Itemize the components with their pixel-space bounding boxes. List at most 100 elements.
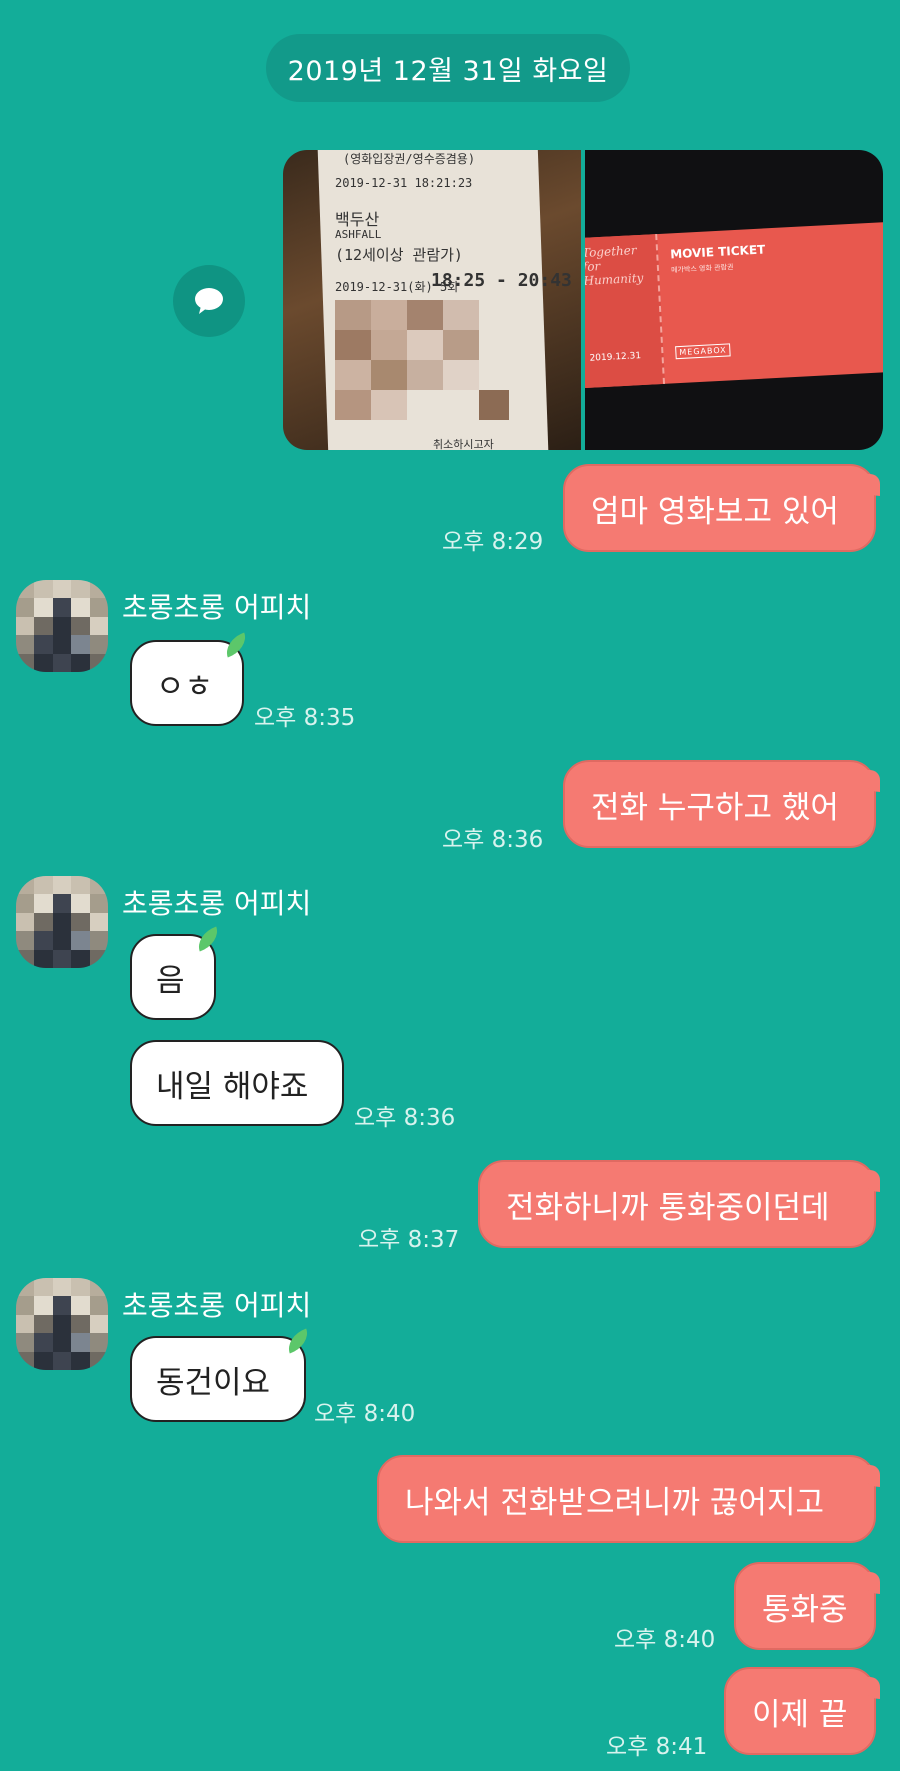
avatar-pixel xyxy=(34,635,53,654)
avatar-pixel xyxy=(52,598,72,617)
avatar-pixel xyxy=(89,1314,108,1334)
avatar-pixel xyxy=(34,1296,53,1315)
avatar-pixel xyxy=(52,876,72,895)
receipt-showtime: 18:25 - 20:43 xyxy=(431,270,572,291)
avatar-pixel xyxy=(34,949,53,968)
leaf-icon xyxy=(221,632,251,658)
avatar-pixel xyxy=(52,1296,72,1315)
my-message-bubble[interactable]: 엄마 영화보고 있어 xyxy=(563,464,880,552)
avatar-pixel xyxy=(16,653,35,672)
message-time: 오후 8:40 xyxy=(614,1627,716,1653)
receipt-title-en: ASHFALL xyxy=(335,228,382,241)
avatar-pixel xyxy=(71,1314,90,1334)
avatar-pixel xyxy=(89,616,108,636)
avatar-pixel xyxy=(71,1296,90,1315)
avatar-pixel xyxy=(16,1351,35,1370)
avatar-pixel xyxy=(16,894,35,913)
receipt-title-kr: 백두산 xyxy=(335,210,380,229)
avatar-pixel xyxy=(52,653,72,672)
avatar-pixel xyxy=(16,876,35,895)
avatar-pixel xyxy=(34,1333,53,1352)
leaf-icon xyxy=(193,926,223,952)
avatar-pixel xyxy=(16,1278,35,1297)
sender-name: 초롱초롱 어피치 xyxy=(122,887,312,920)
ticket-stub: Together for Humanity 2019.12.31 xyxy=(585,234,666,389)
message-text: 이제 끝 xyxy=(752,1696,848,1733)
my-message-bubble[interactable]: 전화하니까 통화중이던데 xyxy=(478,1160,880,1248)
ticket-heading: MOVIE TICKET xyxy=(669,242,766,262)
avatar-pixel xyxy=(16,1296,35,1315)
message-text: 나와서 전화받으려니까 끊어지고 xyxy=(405,1484,824,1521)
avatar-pixel xyxy=(71,635,90,654)
my-message-bubble[interactable]: 나와서 전화받으려니까 끊어지고 xyxy=(377,1455,880,1543)
message-time: 오후 8:36 xyxy=(354,1105,456,1131)
message-text: 전화하니까 통화중이던데 xyxy=(506,1189,830,1226)
avatar-pixel xyxy=(16,1314,35,1334)
message-time: 오후 8:40 xyxy=(314,1401,416,1427)
avatar-pixel xyxy=(89,598,108,617)
avatar-pixel xyxy=(89,912,108,932)
message-time: 오후 8:41 xyxy=(606,1734,708,1760)
avatar-pixel xyxy=(89,653,108,672)
avatar-pixel xyxy=(52,616,72,636)
avatar-pixel xyxy=(89,580,108,599)
message-text: 엄마 영화보고 있어 xyxy=(591,493,839,530)
receipt-line-2: 2019-12-31 18:21:23 xyxy=(335,176,473,190)
avatar-pixel xyxy=(34,931,53,950)
sender-name: 초롱초롱 어피치 xyxy=(122,1289,312,1322)
avatar-pixel xyxy=(34,616,53,636)
my-message-bubble[interactable]: 이제 끝 xyxy=(724,1667,880,1755)
avatar-pixel xyxy=(71,598,90,617)
their-message-bubble[interactable]: 내일 해야죠 xyxy=(130,1040,344,1126)
their-message-bubble[interactable]: 음 xyxy=(130,926,223,1020)
avatar-pixel xyxy=(52,1351,72,1370)
avatar-pixel xyxy=(71,1278,90,1297)
my-message-bubble[interactable]: 전화 누구하고 했어 xyxy=(563,760,880,848)
receipt-footer: 취소하시고자 xyxy=(433,438,494,450)
avatar-pixel xyxy=(89,949,108,968)
message-time: 오후 8:35 xyxy=(254,705,356,731)
message-text: 내일 해야죠 xyxy=(156,1068,309,1105)
avatar-pixel xyxy=(34,1351,53,1370)
avatar-pixel xyxy=(16,931,35,950)
avatar-pixel xyxy=(71,616,90,636)
avatar-pixel xyxy=(52,580,72,599)
avatar-pixel xyxy=(52,894,72,913)
contact-avatar[interactable] xyxy=(16,1278,108,1370)
avatar-pixel xyxy=(52,1333,72,1352)
avatar-pixel xyxy=(52,931,72,950)
avatar-pixel xyxy=(89,1333,108,1352)
photo-attachment-group[interactable]: (영화입장권/영수증겸용) 2019-12-31 18:21:23 백두산 AS… xyxy=(283,150,883,450)
message-text: 전화 누구하고 했어 xyxy=(591,789,839,826)
avatar-pixel xyxy=(34,912,53,932)
avatar-pixel xyxy=(52,1278,72,1297)
share-button[interactable] xyxy=(173,265,245,337)
avatar-pixel xyxy=(34,894,53,913)
ticket-photo[interactable]: Together for Humanity 2019.12.31 MOVIE T… xyxy=(585,150,883,450)
ticket-card: Together for Humanity 2019.12.31 MOVIE T… xyxy=(585,221,883,389)
avatar-pixel xyxy=(89,1296,108,1315)
contact-avatar[interactable] xyxy=(16,876,108,968)
leaf-icon xyxy=(283,1328,313,1354)
avatar-pixel xyxy=(16,912,35,932)
avatar-pixel xyxy=(16,635,35,654)
avatar-pixel xyxy=(16,598,35,617)
contact-avatar[interactable] xyxy=(16,580,108,672)
ticket-brand: MEGABOX xyxy=(675,343,731,360)
avatar-pixel xyxy=(89,894,108,913)
ticket-slogan: Together for Humanity xyxy=(585,243,644,288)
my-message-bubble[interactable]: 통화중 xyxy=(734,1562,880,1650)
avatar-pixel xyxy=(52,912,72,932)
ticket-date: 2019.12.31 xyxy=(589,351,642,364)
message-text: 음 xyxy=(156,962,185,999)
avatar-pixel xyxy=(52,1314,72,1334)
date-divider: 2019년 12월 31일 화요일 xyxy=(266,34,630,102)
receipt-photo[interactable]: (영화입장권/영수증겸용) 2019-12-31 18:21:23 백두산 AS… xyxy=(283,150,581,450)
their-message-bubble[interactable]: ㅇㅎ xyxy=(130,632,251,726)
avatar-pixel xyxy=(34,876,53,895)
avatar-pixel xyxy=(34,580,53,599)
ticket-subtitle: 메가박스 영화 관람권 xyxy=(670,263,734,275)
their-message-bubble[interactable]: 동건이요 xyxy=(130,1328,313,1422)
receipt-rating: (12세이상 관람가) xyxy=(335,246,463,264)
avatar-pixel xyxy=(71,949,90,968)
